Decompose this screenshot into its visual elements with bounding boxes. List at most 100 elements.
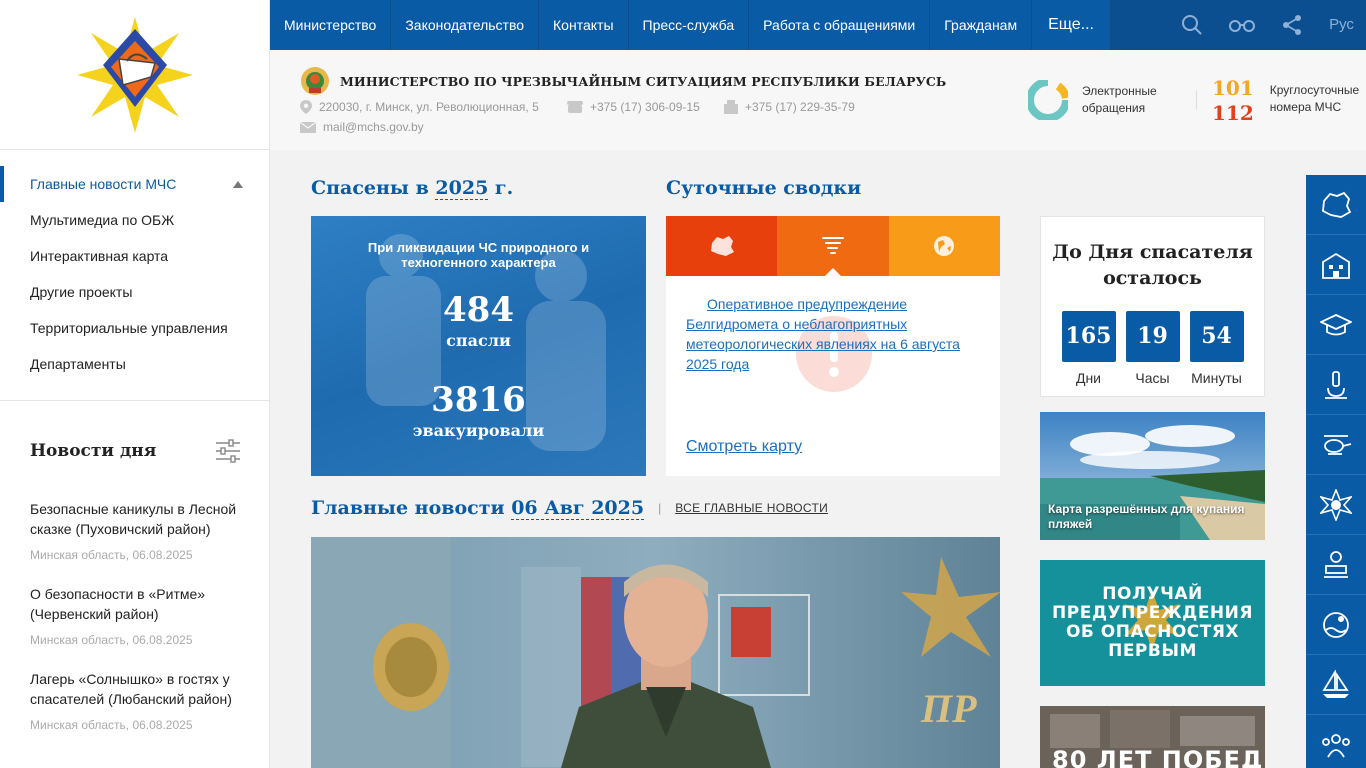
nav-contacts[interactable]: Контакты [539, 0, 629, 50]
filter-settings-icon[interactable] [215, 439, 241, 463]
nav-appeals[interactable]: Работа с обращениями [749, 0, 931, 50]
main-news-photo[interactable]: ПР [311, 537, 1000, 768]
sidebar-item-interactive-map[interactable]: Интерактивная карта [0, 238, 269, 274]
minutes-label: Минуты [1191, 370, 1242, 386]
countdown-days: 165 Дни [1061, 311, 1116, 386]
evacuated-label: эвакуировали [412, 421, 545, 440]
victory-anniversary-banner[interactable]: 80 ЛЕТ ПОБЕДЫ [1040, 706, 1265, 768]
evacuated-count: 3816 [431, 380, 526, 420]
language-switch[interactable]: Рус [1316, 0, 1366, 50]
building-icon[interactable] [1306, 235, 1366, 295]
sidebar-item-multimedia[interactable]: Мультимедиа по ОБЖ [0, 202, 269, 238]
days-value: 165 [1061, 311, 1116, 362]
saved-count: 484 [443, 290, 514, 330]
daily-summary-title: Суточные сводки [666, 177, 862, 199]
tornado-icon [821, 237, 844, 254]
nav-citizens[interactable]: Гражданам [930, 0, 1033, 50]
sailboat-icon[interactable] [1306, 655, 1366, 715]
left-sidebar: Главные новости МЧС Мультимедиа по ОБЖ И… [0, 0, 270, 768]
education-cap-icon[interactable] [1306, 295, 1366, 355]
globe-icon [934, 236, 955, 256]
sidebar-nav: Главные новости МЧС Мультимедиа по ОБЖ И… [0, 150, 269, 401]
news-meta: Минская область, 06.08.2025 [30, 718, 193, 732]
news-of-day-list: Безопасные каникулы в Лесной сказке (Пух… [0, 475, 269, 732]
nav-more[interactable]: Еще... [1032, 0, 1111, 50]
news-title-link[interactable]: Безопасные каникулы в Лесной сказке (Пух… [30, 499, 250, 539]
caret-up-icon[interactable] [233, 181, 243, 188]
nav-spacer [1110, 0, 1166, 50]
tab-world[interactable] [888, 216, 1000, 276]
rescued-caption: При ликвидации ЧС природного и техногенн… [367, 240, 590, 270]
saved-label: спасли [446, 331, 511, 350]
stamp-icon[interactable] [1306, 535, 1366, 595]
rescued-title: Спасены в 2025 г. [311, 177, 514, 200]
minutes-value: 54 [1189, 311, 1244, 362]
news-title-link[interactable]: О безопасности в «Ритме» (Червенский рай… [30, 584, 250, 624]
countdown-boxes: 165 Дни 19 Часы 54 Минуты [1041, 311, 1264, 386]
nav-ministry[interactable]: Министерство [270, 0, 392, 50]
search-icon[interactable] [1166, 0, 1216, 50]
sidebar-item-departments[interactable]: Департаменты [0, 346, 269, 382]
location-pin-icon [300, 100, 312, 114]
belarus-coat-of-arms-icon [301, 67, 329, 95]
sidebar-item-territorial[interactable]: Территориальные управления [0, 310, 269, 346]
nav-legislation[interactable]: Законодательство [391, 0, 540, 50]
news-date-selector[interactable]: 06 Авг 2025 [511, 497, 645, 520]
people-group-icon[interactable] [1306, 715, 1366, 768]
victory-banner-text: 80 ЛЕТ ПОБЕДЫ [1052, 746, 1265, 768]
nav-press[interactable]: Пресс-служба [629, 0, 750, 50]
rescuer-day-countdown: До Дня спасателя осталось 165 Дни 19 Час… [1040, 216, 1265, 397]
sidebar-item-other-projects[interactable]: Другие проекты [0, 274, 269, 310]
hotline-112[interactable]: 112 [1212, 101, 1254, 126]
belarus-map-quick-icon[interactable] [1306, 175, 1366, 235]
news-of-day-header: Новости дня [0, 401, 269, 475]
fax: +375 (17) 229-35-79 [724, 100, 855, 114]
share-icon[interactable] [1266, 0, 1316, 50]
news-meta: Минская область, 06.08.2025 [30, 633, 193, 647]
phone: +375 (17) 306-09-15 [567, 100, 700, 114]
hotline-numbers: 101 112 Круглосуточные номера МЧС [1212, 76, 1360, 126]
news-meta: Минская область, 06.08.2025 [30, 548, 193, 562]
e-appeals-link[interactable]: Электронные обращения [1028, 80, 1182, 120]
helicopter-icon[interactable] [1306, 415, 1366, 475]
tab-belarus-map[interactable] [666, 216, 778, 276]
logo-area [0, 0, 269, 150]
days-label: Дни [1075, 370, 1102, 386]
envelope-icon [300, 121, 316, 133]
main-news-title: Главные новости 06 Авг 2025 [311, 497, 645, 520]
beaches-banner-text: Карта разрешённых для купания пляжей [1048, 502, 1245, 531]
view-map-link[interactable]: Смотреть карту [686, 438, 802, 456]
weather-warning-link[interactable]: Оперативное предупреждение Белгидромета … [686, 294, 971, 374]
countdown-minutes: 54 Минуты [1189, 311, 1244, 386]
countdown-title: До Дня спасателя осталось [1052, 241, 1253, 289]
right-quick-menu [1306, 175, 1366, 768]
mchs-emblem-logo[interactable] [75, 15, 195, 135]
news-title-link[interactable]: Лагерь «Солнышко» в гостях у спасателей … [30, 669, 250, 709]
svg-text:ПР: ПР [920, 686, 977, 731]
countdown-hours: 19 Часы [1125, 311, 1180, 386]
header-divider [1196, 90, 1197, 110]
hazard-warnings-banner[interactable]: ПОЛУЧАЙ ПРЕДУПРЕЖДЕНИЯ ОБ ОПАСНОСТЯХ ПЕР… [1040, 560, 1265, 686]
daily-tabs [666, 216, 1000, 276]
all-main-news-link[interactable]: ВСЕ ГЛАВНЫЕ НОВОСТИ [675, 501, 828, 515]
list-item: Лагерь «Солнышко» в гостях у спасателей … [30, 669, 269, 732]
beaches-map-banner[interactable]: Карта разрешённых для купания пляжей [1040, 412, 1265, 540]
tab-weather-storm[interactable] [777, 216, 889, 276]
belarus-map-icon [710, 236, 734, 256]
swimmer-icon[interactable] [1306, 595, 1366, 655]
hotline-101[interactable]: 101 [1212, 76, 1254, 101]
ministry-title: МИНИСТЕРСТВО ПО ЧРЕЗВЫЧАЙНЫМ СИТУАЦИЯМ Р… [300, 66, 946, 96]
fax-icon [724, 100, 738, 114]
glasses-accessibility-icon[interactable] [1216, 0, 1266, 50]
sidebar-item-main-news[interactable]: Главные новости МЧС [0, 166, 269, 202]
top-navigation: Министерство Законодательство Контакты П… [270, 0, 1366, 50]
e-appeals-ring-icon [1028, 80, 1068, 120]
emblem-star-icon[interactable] [1306, 475, 1366, 535]
hours-value: 19 [1125, 311, 1180, 362]
microscope-icon[interactable] [1306, 355, 1366, 415]
header-info: МИНИСТЕРСТВО ПО ЧРЕЗВЫЧАЙНЫМ СИТУАЦИЯМ Р… [270, 50, 1366, 150]
email: mail@mchs.gov.by [300, 120, 424, 134]
rescued-stats-panel: При ликвидации ЧС природного и техногенн… [311, 216, 646, 476]
year-selector[interactable]: 2025 [435, 177, 489, 200]
list-item: О безопасности в «Ритме» (Червенский рай… [30, 584, 269, 647]
